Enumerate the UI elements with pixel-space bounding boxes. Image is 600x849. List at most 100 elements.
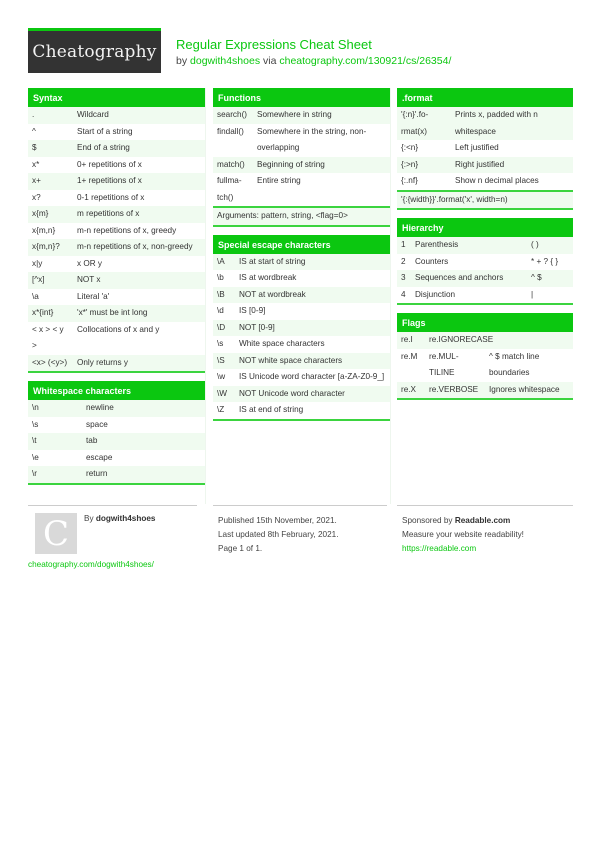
functions-cell-2: Entire string: [253, 173, 390, 206]
syntax-cell-2: NOT x: [73, 272, 205, 289]
syntax-row: x+ 1+ repetitions of x: [28, 173, 205, 190]
format-cell-1: {:>n}: [397, 156, 451, 173]
syntax-cell-1: <x> (<y>): [28, 354, 73, 371]
escape-cell-2: NOT at wordbreak: [235, 286, 390, 303]
syntax-row: x*{int}'x*' must be int long: [28, 305, 205, 322]
format-section: .format '{:n}'.fo-rmat(x) Prints x, padde…: [397, 88, 573, 210]
escape-cell-2: NOT Unicode word character: [235, 385, 390, 402]
functions-cell-2: Beginning of string: [253, 156, 390, 173]
functions-cell-2: Somewhere in string: [253, 107, 390, 124]
format-cell-1: {:.nf}: [397, 173, 451, 190]
escape-cell-1: \Z: [213, 402, 235, 419]
syntax-cell-1: x{m,n}: [28, 222, 73, 239]
section-title: Flags: [397, 313, 573, 332]
whitespace-section: Whitespace characters \n newline \s space \t…: [28, 381, 205, 485]
whitespace-cell-2: return: [82, 466, 205, 483]
whitespace-cell-1: \e: [28, 449, 82, 466]
via-label: via: [263, 55, 277, 67]
whitespace-cell-1: \r: [28, 466, 82, 483]
syntax-cell-2: Wildcard: [73, 107, 205, 124]
flags-cell-3: Ignores whitespace: [485, 381, 573, 398]
escape-cell-2: IS [0-9]: [235, 303, 390, 320]
syntax-row: . Wildcard: [28, 107, 205, 124]
syntax-row: [^x] NOT x: [28, 272, 205, 289]
syntax-table: . Wildcard ^ Start of a string $ End of a str…: [28, 107, 205, 371]
column-divider: [205, 88, 206, 504]
format-cell-2: Show n decimal places: [451, 173, 573, 190]
syntax-cell-2: m-n repetitions of x, greedy: [73, 222, 205, 239]
author-link[interactable]: dogwith4shoes: [190, 55, 260, 67]
avatar-letter: C: [42, 513, 69, 554]
section-title: Functions: [213, 88, 390, 107]
whitespace-row: \r return: [28, 466, 205, 483]
hierarchy-row: 1 Parenthesis( ): [397, 237, 573, 254]
hierarchy-cell-1: 4: [397, 286, 411, 303]
escape-cell-1: \s: [213, 336, 235, 353]
syntax-cell-1: x+: [28, 173, 73, 190]
sponsor-name[interactable]: Readable.com: [455, 516, 511, 525]
hierarchy-cell-3: |: [527, 286, 573, 303]
sponsor-tagline: Measure your website readability!: [402, 530, 524, 539]
flags-cell-1: re.I: [397, 332, 425, 349]
escape-cell-2: NOT white space characters: [235, 352, 390, 369]
syntax-row: x{m,n} m-n repetitions of x, greedy: [28, 222, 205, 239]
syntax-cell-2: 0+ repetitions of x: [73, 156, 205, 173]
escape-row: \w IS Unicode word character [a-ZA-Z0-9_]: [213, 369, 390, 386]
functions-row: findall() Somewhere in the string, non-ov…: [213, 123, 390, 157]
sponsor-link[interactable]: https://readable.com: [402, 542, 573, 556]
column-divider: [390, 88, 391, 504]
functions-row: search() Somewhere in string: [213, 107, 390, 124]
escape-row: \W NOT Unicode word character: [213, 385, 390, 402]
syntax-cell-2: 1+ repetitions of x: [73, 173, 205, 190]
flags-cell-3: ^ $ match line boundaries: [485, 348, 573, 382]
page-number: Page 1 of 1.: [218, 544, 263, 553]
flags-cell-2: re.IGNORECASE: [425, 332, 573, 349]
sheet-url-link[interactable]: cheatography.com/130921/cs/26354/: [279, 55, 451, 67]
cheatography-logo[interactable]: Cheatography: [28, 28, 161, 73]
escape-cell-2: IS Unicode word character [a-ZA-Z0-9_]: [235, 369, 390, 386]
whitespace-row: \s space: [28, 416, 205, 433]
syntax-row: x|y x OR y: [28, 255, 205, 272]
sponsored-by-label: Sponsored by: [402, 516, 453, 525]
footer-author-name[interactable]: dogwith4shoes: [96, 514, 156, 523]
format-row: '{:n}'.fo-rmat(x) Prints x, padded with n…: [397, 107, 573, 140]
byline: by dogwith4shoes via cheatography.com/13…: [176, 54, 451, 68]
whitespace-row: \e escape: [28, 449, 205, 466]
whitespace-cell-1: \s: [28, 416, 82, 433]
escape-cell-1: \b: [213, 270, 235, 287]
escape-cell-2: NOT [0-9]: [235, 319, 390, 336]
escape-section: Special escape characters \A IS at start …: [213, 234, 390, 421]
syntax-cell-2: 'x*' must be int long: [73, 305, 205, 322]
flags-row: re.I re.IGNORECASE: [397, 332, 573, 349]
flags-cell-1: re.M: [397, 348, 425, 382]
footer-sponsor: Sponsored by Readable.com Measure your w…: [397, 505, 573, 556]
syntax-cell-1: x|y: [28, 255, 73, 272]
section-title: Whitespace characters: [28, 381, 205, 400]
author-credit: By dogwith4shoes: [84, 514, 155, 523]
syntax-cell-2: Literal 'a': [73, 288, 205, 305]
avatar[interactable]: C: [35, 513, 77, 554]
functions-cell-1: fullma-tch(): [213, 173, 253, 206]
syntax-row: \a Literal 'a': [28, 288, 205, 305]
hierarchy-cell-3: ^ $: [527, 270, 573, 287]
sheet-header: Regular Expressions Cheat Sheet by dogwi…: [176, 37, 451, 68]
escape-cell-1: \S: [213, 352, 235, 369]
hierarchy-row: 4 Disjunction |: [397, 286, 573, 303]
flags-cell-1: re.X: [397, 381, 425, 398]
syntax-cell-2: m-n repetitions of x, non-greedy: [73, 239, 205, 256]
functions-row: fullma-tch() Entire string: [213, 173, 390, 206]
syntax-cell-1: $: [28, 140, 73, 157]
syntax-row: x? 0-1 repetitions of x: [28, 189, 205, 206]
syntax-cell-1: < x > < y >: [28, 321, 73, 355]
author-profile-link[interactable]: cheatography.com/dogwith4shoes/: [28, 560, 154, 569]
syntax-row: x{m} m repetitions of x: [28, 206, 205, 223]
syntax-row: $ End of a string: [28, 140, 205, 157]
escape-row: \b IS at wordbreak: [213, 270, 390, 287]
syntax-section: Syntax . Wildcard ^ Start of a string $ End o…: [28, 88, 205, 373]
syntax-cell-1: x*: [28, 156, 73, 173]
hierarchy-cell-1: 3: [397, 270, 411, 287]
published-date: Published 15th November, 2021.: [218, 516, 337, 525]
section-title: .format: [397, 88, 573, 107]
syntax-cell-1: [^x]: [28, 272, 73, 289]
escape-row: \S NOT white space characters: [213, 352, 390, 369]
